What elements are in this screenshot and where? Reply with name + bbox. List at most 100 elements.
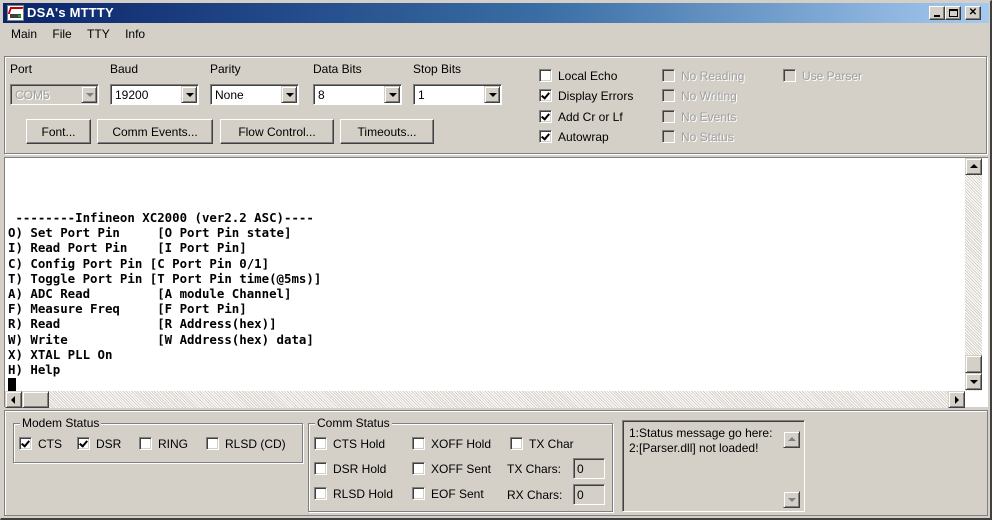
checkbox-box[interactable] [662, 130, 675, 143]
display-errors-checkbox[interactable]: Display Errors [539, 89, 633, 103]
checkbox-box[interactable] [539, 69, 552, 82]
scroll-down-button[interactable] [965, 373, 982, 390]
checkbox-box [314, 437, 327, 450]
terminal-line: T) Toggle Port Pin [T Port Pin time(@5ms… [8, 270, 322, 286]
stop-bits-label: Stop Bits [413, 62, 462, 76]
app-icon[interactable] [7, 5, 24, 21]
message-scroll-down-button[interactable] [783, 491, 800, 508]
parity-select[interactable]: None [210, 84, 299, 105]
autowrap-checkbox[interactable]: Autowrap [539, 130, 609, 144]
add-cr-lf-checkbox[interactable]: Add Cr or Lf [539, 110, 623, 124]
terminal-line: F) Measure Freq [F Port Pin] [8, 301, 247, 317]
baud-value: 19200 [115, 88, 149, 102]
status-message-line: 2:[Parser.dll] not loaded! [629, 441, 759, 455]
no-status-label: No Status [681, 130, 734, 144]
rlsd-checkbox: RLSD (CD) [206, 437, 286, 451]
vertical-scrollbar[interactable] [965, 158, 982, 391]
comm-status-title: Comm Status [315, 416, 392, 430]
status-message-box[interactable]: 1:Status message go here: 2:[Parser.dll]… [622, 420, 805, 512]
horizontal-scrollbar[interactable] [5, 391, 965, 408]
modem-status-title: Modem Status [20, 416, 102, 430]
stop-bits-select[interactable]: 1 [413, 84, 502, 105]
baud-select[interactable]: 19200 [110, 84, 199, 105]
rlsd-hold-checkbox: RLSD Hold [314, 487, 393, 501]
data-bits-select[interactable]: 8 [313, 84, 402, 105]
port-label: Port [10, 62, 33, 76]
checkbox-box[interactable] [539, 130, 552, 143]
autowrap-label: Autowrap [558, 130, 609, 144]
xoff-sent-label: XOFF Sent [431, 462, 492, 476]
checkbox-box[interactable] [662, 110, 675, 123]
title-bar[interactable]: DSA's MTTTY ✕ [3, 3, 989, 23]
scroll-right-button[interactable] [948, 391, 965, 408]
window-title: DSA's MTTTY [27, 5, 114, 20]
checkbox-box [77, 437, 90, 450]
close-icon: ✕ [968, 7, 978, 18]
close-button[interactable]: ✕ [965, 6, 981, 20]
checkbox-box[interactable] [662, 69, 675, 82]
maximize-button[interactable] [945, 6, 961, 20]
timeouts-button[interactable]: Timeouts... [340, 119, 434, 144]
menu-main[interactable]: Main [5, 25, 43, 41]
message-scroll-up-button[interactable] [783, 431, 800, 448]
vertical-scroll-thumb[interactable] [965, 355, 982, 373]
no-reading-checkbox[interactable]: No Reading [662, 69, 744, 83]
data-bits-value: 8 [318, 88, 325, 102]
port-select[interactable]: COM5 [10, 84, 99, 105]
status-message-line: 1:Status message go here: [629, 426, 773, 440]
add-cr-lf-label: Add Cr or Lf [558, 110, 623, 124]
parity-label: Parity [210, 62, 241, 76]
horizontal-scroll-thumb[interactable] [22, 391, 49, 408]
menu-bar: Main File TTY Info [5, 25, 151, 43]
use-parser-checkbox[interactable]: Use Parser [783, 69, 862, 83]
chevron-down-icon[interactable] [384, 86, 400, 103]
checkbox-box[interactable] [783, 69, 796, 82]
checkbox-box [206, 437, 219, 450]
tx-chars-label: TX Chars: [507, 462, 562, 476]
tx-char-label: TX Char [529, 437, 574, 451]
terminal-output[interactable]: --------Infineon XC2000 (ver2.2 ASC)----… [4, 157, 988, 407]
checkbox-box[interactable] [539, 89, 552, 102]
data-bits-label: Data Bits [313, 62, 362, 76]
terminal-line: C) Config Port Pin [C Port Pin 0/1] [8, 255, 270, 271]
no-status-checkbox[interactable]: No Status [662, 130, 734, 144]
checkbox-box [19, 437, 32, 450]
chevron-down-icon[interactable] [81, 86, 97, 103]
parity-value: None [215, 88, 244, 102]
port-value: COM5 [15, 88, 50, 102]
terminal-line: I) Read Port Pin [I Port Pin] [8, 240, 247, 256]
comm-status-group: Comm Status CTS Hold XOFF Hold TX Char D… [308, 416, 613, 512]
status-messages: 1:Status message go here: 2:[Parser.dll]… [629, 426, 781, 456]
font-button[interactable]: Font... [26, 119, 91, 144]
cts-checkbox: CTS [19, 437, 62, 451]
menu-tty[interactable]: TTY [81, 25, 116, 41]
tx-chars-field: 0 [573, 458, 605, 479]
ring-checkbox: RING [139, 437, 188, 451]
baud-label: Baud [110, 62, 139, 76]
local-echo-checkbox[interactable]: Local Echo [539, 69, 617, 83]
menu-info[interactable]: Info [119, 25, 151, 41]
xoff-hold-checkbox: XOFF Hold [412, 437, 491, 451]
no-writing-checkbox[interactable]: No Writing [662, 89, 737, 103]
minimize-button[interactable] [929, 6, 945, 20]
checkbox-box[interactable] [662, 89, 675, 102]
checkbox-box [412, 437, 425, 450]
terminal-line: R) Read [R Address(hex)] [8, 316, 277, 332]
no-events-checkbox[interactable]: No Events [662, 110, 736, 124]
checkbox-box [412, 462, 425, 475]
chevron-down-icon[interactable] [181, 86, 197, 103]
flow-control-button[interactable]: Flow Control... [220, 119, 334, 144]
checkbox-box[interactable] [539, 110, 552, 123]
xoff-sent-checkbox: XOFF Sent [412, 462, 491, 476]
use-parser-label: Use Parser [802, 69, 863, 83]
xoff-hold-label: XOFF Hold [431, 437, 492, 451]
menu-file[interactable]: File [46, 25, 77, 41]
dsr-hold-checkbox: DSR Hold [314, 462, 386, 476]
eof-sent-checkbox: EOF Sent [412, 487, 484, 501]
comm-events-button[interactable]: Comm Events... [97, 119, 213, 144]
scroll-up-button[interactable] [965, 158, 982, 175]
chevron-down-icon[interactable] [484, 86, 500, 103]
scroll-left-button[interactable] [5, 391, 22, 408]
chevron-down-icon[interactable] [281, 86, 297, 103]
eof-sent-label: EOF Sent [431, 487, 484, 501]
